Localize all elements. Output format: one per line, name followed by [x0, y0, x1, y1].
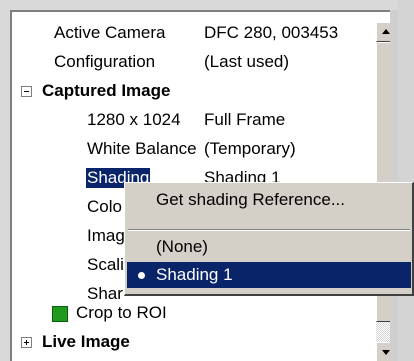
row-crop-to-roi[interactable]: Crop to ROI: [12, 300, 362, 329]
menu-item-label: Shading 1: [156, 265, 233, 284]
row-value: Full Frame: [204, 110, 286, 129]
row-white-balance[interactable]: White Balance (Temporary): [12, 136, 362, 165]
menu-item-shading-1[interactable]: Shading 1: [127, 262, 411, 288]
bullet-icon: [138, 272, 145, 279]
menu-separator: [128, 229, 410, 231]
frame-right: [398, 0, 414, 361]
menu-item-label: Get shading Reference...: [156, 190, 346, 209]
group-live-image[interactable]: Live Image: [12, 329, 362, 358]
row-label: 1280 x 1024: [87, 110, 181, 129]
group-label: Live Image: [42, 332, 130, 351]
row-label: Scali: [87, 255, 124, 274]
row-active-camera[interactable]: Active Camera DFC 280, 003453: [12, 20, 362, 49]
group-label: Captured Image: [42, 81, 171, 100]
minus-box-icon[interactable]: [21, 86, 32, 97]
plus-box-icon[interactable]: [21, 337, 32, 348]
row-label: White Balance: [87, 139, 197, 158]
group-captured-image[interactable]: Captured Image: [12, 78, 362, 107]
shading-context-menu: Get shading Reference... (None) Shading …: [124, 182, 414, 296]
scroll-up-button[interactable]: [376, 22, 390, 42]
scroll-down-button[interactable]: [376, 342, 390, 361]
menu-item-none[interactable]: (None): [127, 234, 411, 260]
frame-left: [0, 0, 10, 361]
triangle-up-icon: [382, 29, 390, 34]
triangle-down-icon: [382, 350, 390, 355]
row-resolution[interactable]: 1280 x 1024 Full Frame: [12, 107, 362, 136]
row-configuration[interactable]: Configuration (Last used): [12, 49, 362, 78]
row-label: Configuration: [54, 52, 156, 71]
row-label: Active Camera: [54, 23, 166, 42]
row-value: DFC 280, 003453: [204, 23, 339, 42]
row-label: Crop to ROI: [76, 303, 167, 322]
menu-item-get-shading-reference[interactable]: Get shading Reference...: [127, 187, 411, 213]
checkbox-checked-icon[interactable]: [52, 306, 68, 322]
row-value: (Temporary): [204, 139, 296, 158]
row-value: (Last used): [204, 52, 290, 71]
row-label: Colo: [87, 197, 122, 216]
frame-top: [0, 0, 414, 10]
row-label: Imag: [87, 226, 125, 245]
window: Active Camera DFC 280, 003453 Configurat…: [0, 0, 414, 361]
menu-item-label: (None): [156, 237, 208, 256]
